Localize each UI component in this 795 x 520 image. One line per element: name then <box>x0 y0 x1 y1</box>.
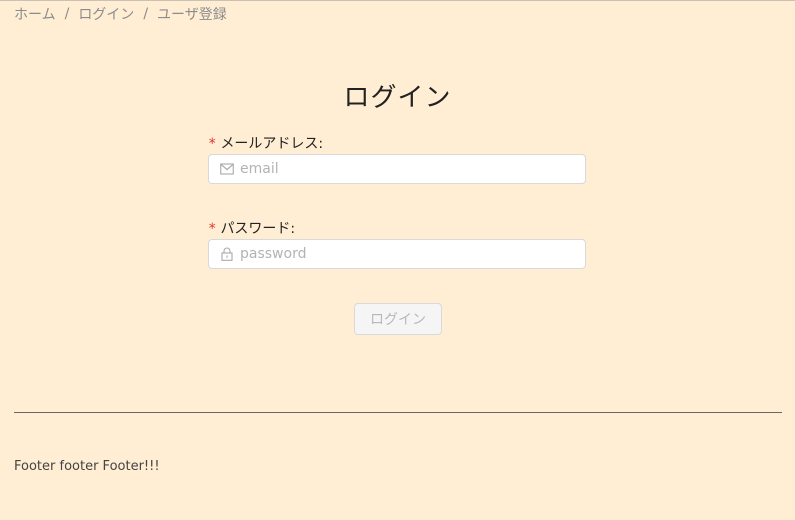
email-field[interactable] <box>240 156 585 182</box>
breadcrumb: ホーム / ログイン / ユーザ登録 <box>14 4 227 24</box>
email-label-text: メールアドレス: <box>220 136 324 152</box>
password-input-wrapper[interactable] <box>208 239 586 269</box>
mail-icon <box>220 162 234 176</box>
breadcrumb-separator: / <box>143 6 149 22</box>
password-label: * パスワード: <box>208 218 295 238</box>
email-label: * メールアドレス: <box>208 133 323 153</box>
required-mark: * <box>208 136 217 152</box>
breadcrumb-register[interactable]: ユーザ登録 <box>157 4 227 24</box>
login-button[interactable]: ログイン <box>354 303 442 335</box>
breadcrumb-home[interactable]: ホーム <box>14 4 56 24</box>
footer-text: Footer footer Footer!!! <box>14 459 160 474</box>
page-title: ログイン <box>343 83 452 113</box>
breadcrumb-login[interactable]: ログイン <box>78 4 134 24</box>
breadcrumb-separator: / <box>64 6 70 22</box>
password-field[interactable] <box>240 241 585 267</box>
footer-divider <box>14 412 782 413</box>
password-label-text: パスワード: <box>220 221 296 237</box>
required-mark: * <box>208 221 217 237</box>
email-input-wrapper[interactable] <box>208 154 586 184</box>
lock-icon <box>220 247 234 261</box>
